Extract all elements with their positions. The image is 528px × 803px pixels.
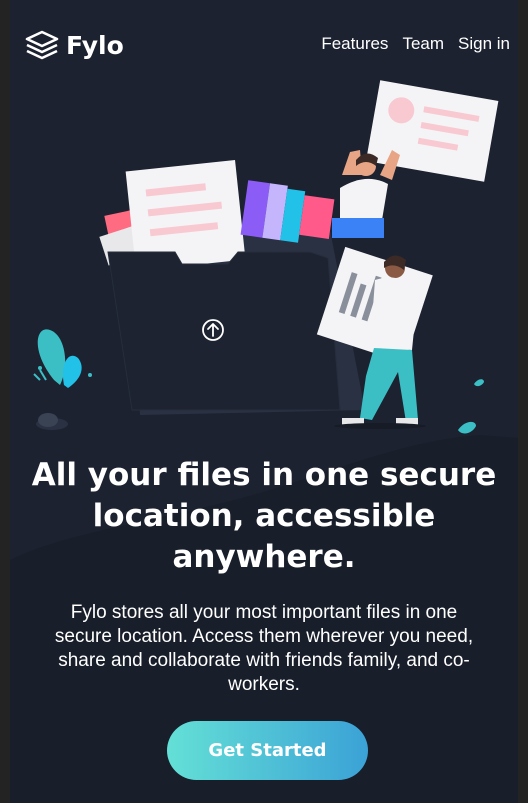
main-nav: Features Team Sign in bbox=[321, 34, 510, 54]
nav-link-team[interactable]: Team bbox=[402, 34, 444, 54]
layers-icon bbox=[25, 30, 59, 60]
nav-link-features[interactable]: Features bbox=[321, 34, 388, 54]
brand-logo[interactable]: Fylo bbox=[24, 28, 124, 62]
hero-illustration bbox=[33, 80, 499, 434]
brand-name: Fylo bbox=[66, 30, 124, 60]
app-frame: Fylo Features Team Sign in All your file… bbox=[0, 0, 528, 803]
nav-link-sign-in[interactable]: Sign in bbox=[458, 34, 510, 54]
landing-page: Fylo Features Team Sign in All your file… bbox=[10, 0, 518, 803]
hero-headline: All your files in one secure location, a… bbox=[31, 457, 497, 575]
hero-description: Fylo stores all your most important file… bbox=[54, 602, 474, 695]
site-header: Fylo Features Team Sign in bbox=[10, 0, 518, 90]
get-started-button[interactable]: Get Started bbox=[167, 721, 368, 780]
